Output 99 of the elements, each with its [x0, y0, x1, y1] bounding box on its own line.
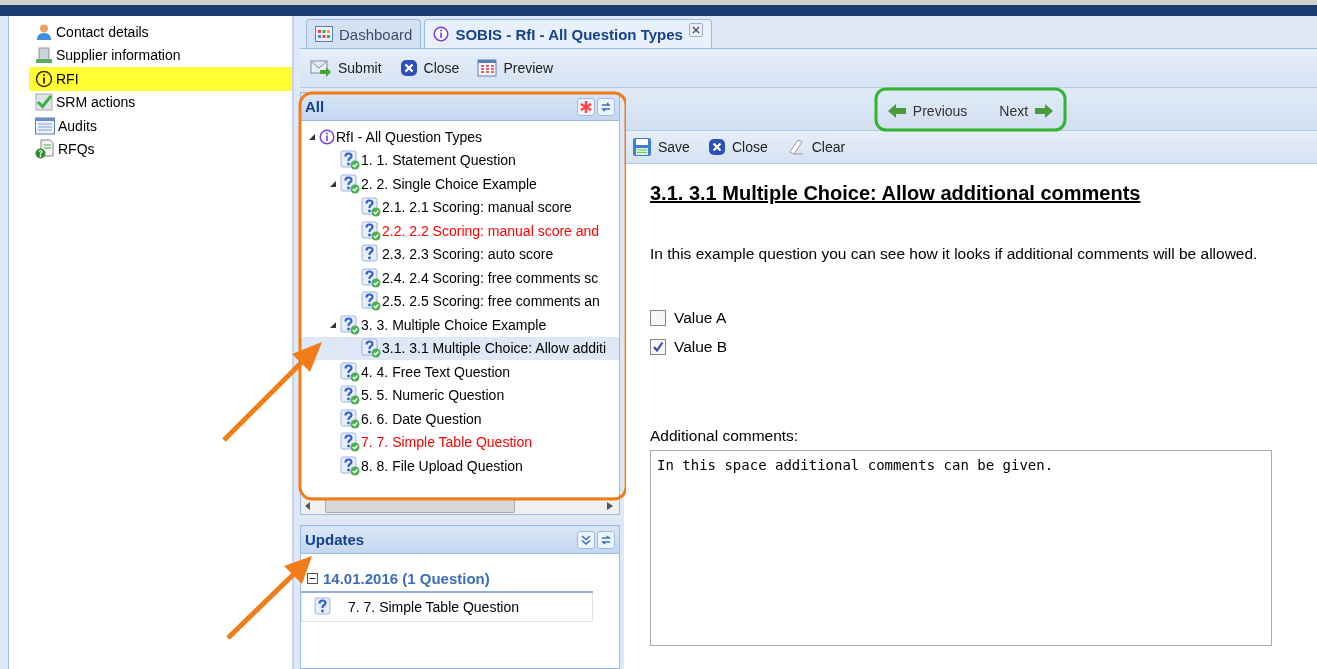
- toolbar-button[interactable]: Close: [397, 57, 462, 79]
- tree-item-label: 7. 7. Simple Table Question: [360, 434, 532, 451]
- tree-item-label: 2.5. 2.5 Scoring: free comments an: [381, 293, 600, 310]
- right-arrow-icon: [1034, 103, 1055, 119]
- answered-question-icon: [361, 291, 381, 312]
- question-title: 3.1. 3.1 Multiple Choice: Allow additional comments: [650, 182, 1142, 205]
- close-icon: [707, 138, 726, 156]
- answered-question-icon: [340, 173, 360, 194]
- tree-item-label: 5. 5. Numeric Question: [360, 387, 505, 404]
- question-icon: [314, 597, 334, 617]
- sidebar-item[interactable]: SRM actions: [35, 90, 292, 114]
- toolbar-button[interactable]: Clear: [783, 136, 848, 158]
- toolbar-button[interactable]: Preview: [475, 57, 556, 79]
- tree-item-label: 8. 8. File Upload Question: [360, 457, 523, 474]
- checkbox[interactable]: [650, 338, 666, 355]
- person-icon: [35, 22, 53, 41]
- tree-row[interactable]: 1. 1. Statement Question: [301, 148, 619, 172]
- tree-item-label: 3. 3. Multiple Choice Example: [360, 316, 547, 333]
- table-icon: [477, 59, 498, 77]
- building-icon: [35, 46, 53, 65]
- info-icon: [433, 26, 450, 42]
- dashboard-grid-icon: [315, 26, 333, 42]
- tree-row[interactable]: 2.2. 2.2 Scoring: manual score and: [301, 219, 619, 243]
- tree-row[interactable]: 2.4. 2.4 Scoring: free comments sc: [301, 266, 619, 290]
- question-text: In this example question you can see how it looks if additional comments will be allowed.: [650, 245, 1259, 263]
- group-heading: 14.01.2016 (1 Question): [323, 570, 490, 587]
- tree-item-label: 4. 4. Free Text Question: [360, 363, 511, 380]
- tree-row[interactable]: 5. 5. Numeric Question: [301, 383, 619, 407]
- list-icon: [35, 116, 55, 135]
- expanded-triangle-icon[interactable]: [308, 132, 316, 141]
- sidebar-item[interactable]: Audits: [35, 114, 292, 138]
- tree-row[interactable]: 4. 4. Free Text Question: [301, 360, 619, 384]
- expanded-triangle-icon[interactable]: [329, 320, 337, 329]
- update-item[interactable]: 7. 7. Simple Table Question: [301, 593, 593, 622]
- tree-row[interactable]: 2.5. 2.5 Scoring: free comments an: [301, 289, 619, 313]
- collapse-icon[interactable]: [307, 573, 318, 584]
- info-icon: [35, 69, 53, 88]
- double-chevron-down-icon[interactable]: [577, 530, 595, 549]
- tree-item-label: 1. 1. Statement Question: [360, 152, 516, 169]
- tree-row[interactable]: 2.3. 2.3 Scoring: auto score: [301, 242, 619, 266]
- envelope-arrow-icon: [310, 59, 332, 77]
- tree-item-label: 6. 6. Date Question: [360, 410, 482, 427]
- toolbar-button[interactable]: Close: [705, 136, 770, 158]
- info-icon: [319, 128, 335, 145]
- comments-field[interactable]: In this space additional comments can be given.: [650, 450, 1272, 646]
- left-arrow-icon: [886, 103, 907, 119]
- tree-item-label: 2.4. 2.4 Scoring: free comments sc: [381, 269, 599, 286]
- expanded-triangle-icon[interactable]: [329, 179, 337, 188]
- toolbar-button[interactable]: Save: [630, 135, 692, 159]
- option-label: Value B: [674, 337, 728, 356]
- answered-question-icon: [340, 150, 360, 171]
- tree-item-label: 2.3. 2.3 Scoring: auto score: [381, 246, 554, 263]
- toolbar-button[interactable]: Submit: [308, 57, 384, 79]
- answered-question-icon: [361, 338, 381, 359]
- tree-row[interactable]: 6. 6. Date Question: [301, 407, 619, 431]
- sidebar-item[interactable]: Supplier information: [35, 43, 292, 67]
- answered-question-icon: [340, 432, 360, 453]
- answered-question-icon: [340, 455, 360, 476]
- answered-question-icon: [361, 267, 381, 288]
- sidebar-item[interactable]: Contact details: [35, 20, 292, 44]
- scroll-left-icon[interactable]: [305, 502, 311, 510]
- sidebar-item[interactable]: RFI: [29, 67, 292, 91]
- next-button[interactable]: Next: [993, 102, 1061, 120]
- answered-question-icon: [340, 314, 360, 335]
- tree-row[interactable]: RfI - All Question Types: [301, 125, 619, 149]
- tree-item-label: 2. 2. Single Choice Example: [360, 175, 537, 192]
- tree-row[interactable]: 2. 2. Single Choice Example: [301, 172, 619, 196]
- document-question-icon: [35, 139, 55, 160]
- refresh-icon[interactable]: [597, 97, 615, 116]
- sidebar-item[interactable]: RFQs: [35, 137, 292, 161]
- refresh-icon[interactable]: [597, 530, 615, 549]
- tree-row[interactable]: 8. 8. File Upload Question: [301, 454, 619, 478]
- answered-question-icon: [340, 385, 360, 406]
- tree-item-label: RfI - All Question Types: [335, 128, 483, 145]
- tab[interactable]: Dashboard: [306, 19, 422, 48]
- answered-question-icon: [340, 361, 360, 382]
- previous-button[interactable]: Previous: [880, 102, 974, 120]
- tree-row[interactable]: 3.1. 3.1 Multiple Choice: Allow additi: [301, 336, 619, 360]
- tree-row[interactable]: 7. 7. Simple Table Question: [301, 430, 619, 454]
- scroll-right-icon[interactable]: [607, 502, 613, 510]
- checkbox[interactable]: [650, 309, 666, 326]
- question-icon: [361, 244, 381, 265]
- asterisk-icon[interactable]: [577, 97, 595, 116]
- panel-title: All: [305, 98, 326, 115]
- tree-item-label: 2.1. 2.1 Scoring: manual score: [381, 199, 572, 216]
- tree-row[interactable]: 3. 3. Multiple Choice Example: [301, 313, 619, 337]
- checkmark-icon: [35, 93, 53, 112]
- close-icon[interactable]: [688, 23, 703, 37]
- close-icon: [399, 59, 418, 77]
- tab[interactable]: SOBIS - RfI - All Question Types: [424, 19, 712, 48]
- tree-item-label: 3.1. 3.1 Multiple Choice: Allow additi: [381, 340, 607, 357]
- tree-row[interactable]: 2.1. 2.1 Scoring: manual score: [301, 195, 619, 219]
- answered-question-icon: [361, 197, 381, 218]
- panel-title: Updates: [305, 531, 366, 548]
- comments-label: Additional comments:: [650, 427, 800, 445]
- answered-question-icon: [340, 408, 360, 429]
- tree-item-label: 2.2. 2.2 Scoring: manual score and: [381, 222, 600, 239]
- answered-question-icon: [361, 220, 381, 241]
- option-label: Value A: [674, 308, 727, 327]
